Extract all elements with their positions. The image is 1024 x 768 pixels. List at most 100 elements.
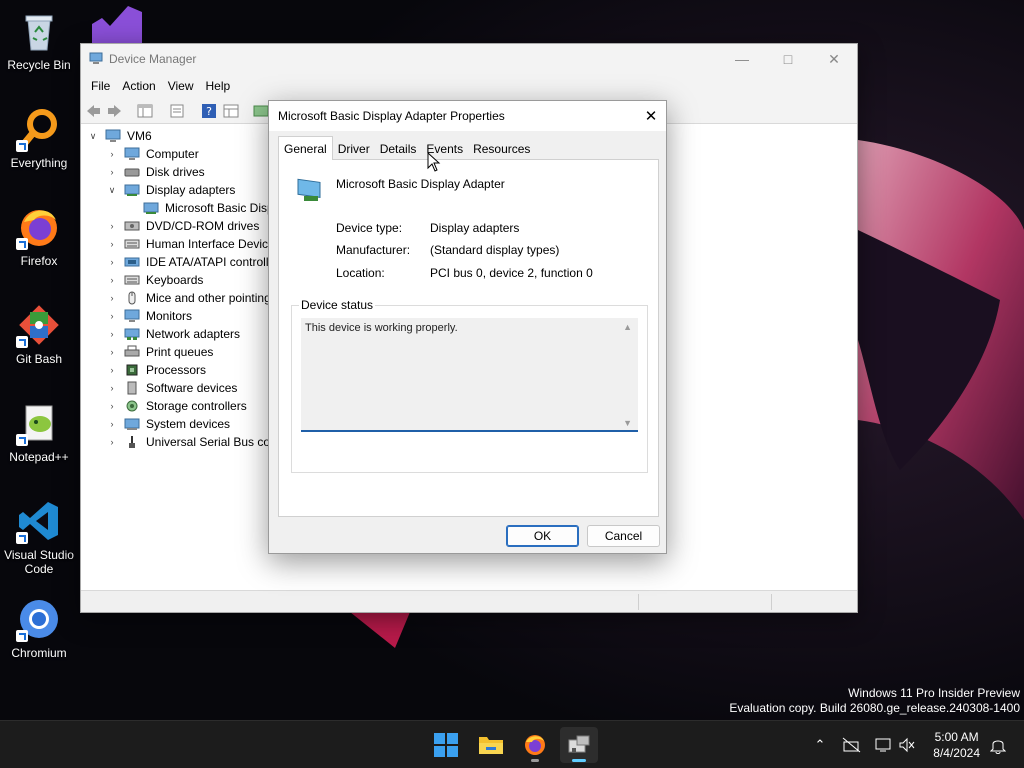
- maximize-button[interactable]: □: [765, 44, 811, 74]
- desktop-icon-firefox[interactable]: Firefox: [2, 204, 76, 268]
- software-device-icon: [127, 381, 137, 395]
- ok-button[interactable]: OK: [506, 525, 579, 547]
- minimize-button[interactable]: —: [719, 44, 765, 74]
- manufacturer-label: Manufacturer:: [336, 243, 411, 257]
- tree-item-mice[interactable]: › Mice and other pointing: [106, 289, 271, 307]
- tree-item-microsoft-basic-display[interactable]: Microsoft Basic Disp: [143, 199, 274, 217]
- git-bash-icon: [16, 302, 62, 348]
- desktop-icon-recycle-bin[interactable]: Recycle Bin: [2, 8, 76, 72]
- svg-text:?: ?: [206, 105, 212, 118]
- view-icon[interactable]: [223, 103, 239, 119]
- chevron-right-icon[interactable]: ›: [106, 365, 118, 375]
- chevron-right-icon[interactable]: ›: [106, 275, 118, 285]
- taskbar-clock[interactable]: 5:00 AM 8/4/2024: [933, 729, 980, 761]
- notepad-plus-plus-icon: [16, 400, 62, 446]
- tree-item-computer[interactable]: › Computer: [106, 145, 199, 163]
- tree-item-software-devices[interactable]: › Software devices: [106, 379, 238, 397]
- desktop-icon-everything[interactable]: Everything: [2, 106, 76, 170]
- tree-root[interactable]: ∨ VM6: [87, 127, 152, 145]
- tree-item-system-devices[interactable]: › System devices: [106, 415, 231, 433]
- chevron-right-icon[interactable]: ›: [106, 257, 118, 267]
- chevron-right-icon[interactable]: ›: [106, 437, 118, 447]
- menu-action[interactable]: Action: [116, 79, 161, 93]
- device-status-text: This device is working properly.: [305, 322, 458, 334]
- tree-item-storage-controllers[interactable]: › Storage controllers: [106, 397, 247, 415]
- chevron-right-icon[interactable]: ›: [106, 383, 118, 393]
- properties-dialog[interactable]: Microsoft Basic Display Adapter Properti…: [268, 100, 667, 554]
- desktop-icon-chromium[interactable]: Chromium: [2, 596, 76, 660]
- taskbar-device-manager[interactable]: [560, 727, 598, 763]
- chevron-right-icon[interactable]: ›: [106, 149, 118, 159]
- help-icon[interactable]: ?: [201, 103, 217, 119]
- start-button[interactable]: [427, 727, 465, 763]
- tree-item-network-adapters[interactable]: › Network adapters: [106, 325, 241, 343]
- status-separator: [771, 594, 772, 610]
- menu-help[interactable]: Help: [200, 79, 237, 93]
- monitor-icon: [124, 309, 140, 322]
- chevron-right-icon[interactable]: ›: [106, 401, 118, 411]
- chevron-right-icon[interactable]: ›: [106, 239, 118, 249]
- tree-item-label: Monitors: [146, 309, 193, 323]
- chevron-right-icon[interactable]: ›: [106, 293, 118, 303]
- tree-item-ide-ata[interactable]: › IDE ATA/ATAPI controlle: [106, 253, 276, 271]
- display-icon[interactable]: [874, 737, 892, 753]
- tree-item-label: DVD/CD-ROM drives: [146, 219, 260, 233]
- tree-item-keyboards[interactable]: › Keyboards: [106, 271, 204, 289]
- close-button[interactable]: ✕: [811, 44, 857, 74]
- chevron-right-icon[interactable]: ›: [106, 347, 118, 357]
- desktop-icon-git-bash[interactable]: Git Bash: [2, 302, 76, 366]
- chevron-right-icon[interactable]: ›: [106, 221, 118, 231]
- tab-driver[interactable]: Driver: [333, 138, 375, 160]
- folder-icon: [479, 737, 503, 754]
- menu-view[interactable]: View: [162, 79, 200, 93]
- chevron-down-icon[interactable]: ∨: [106, 185, 118, 196]
- properties-dialog-titlebar[interactable]: Microsoft Basic Display Adapter Properti…: [269, 101, 666, 131]
- scan-hardware-icon[interactable]: [253, 103, 269, 119]
- desktop-icon-vscode[interactable]: Visual Studio Code: [2, 498, 76, 576]
- taskbar-file-explorer[interactable]: [472, 727, 510, 763]
- tree-item-monitors[interactable]: › Monitors: [106, 307, 193, 325]
- evaluation-watermark-line2: Evaluation copy. Build 26080.ge_release.…: [729, 701, 1020, 715]
- chevron-right-icon[interactable]: ›: [106, 329, 118, 339]
- device-status-textbox[interactable]: This device is working properly. ▲ ▼: [301, 318, 638, 432]
- windows-logo-icon: [434, 733, 458, 757]
- tab-resources[interactable]: Resources: [468, 138, 535, 160]
- desktop-icon-label: Visual Studio Code: [4, 548, 74, 576]
- properties-icon[interactable]: [169, 103, 185, 119]
- menu-file[interactable]: File: [85, 79, 116, 93]
- chevron-down-icon[interactable]: ∨: [87, 131, 99, 142]
- taskbar-firefox[interactable]: [516, 727, 554, 763]
- network-disconnected-icon[interactable]: [842, 737, 862, 753]
- show-hide-console-tree-icon[interactable]: [137, 103, 153, 119]
- tree-item-usb-controllers[interactable]: › Universal Serial Bus cont: [106, 433, 281, 451]
- storage-controller-icon: [126, 400, 138, 412]
- tab-details[interactable]: Details: [375, 138, 422, 160]
- tab-general[interactable]: General: [278, 136, 333, 160]
- device-manager-icon: [568, 735, 590, 753]
- notification-bell-icon[interactable]: [990, 737, 1006, 754]
- chevron-right-icon[interactable]: ›: [106, 311, 118, 321]
- tree-item-hid[interactable]: › Human Interface Device: [106, 235, 275, 253]
- device-manager-titlebar[interactable]: Device Manager — □ ✕: [81, 44, 857, 74]
- back-arrow-icon[interactable]: [85, 103, 101, 119]
- volume-muted-icon[interactable]: [898, 737, 916, 753]
- visual-studio-icon[interactable]: [92, 6, 142, 44]
- tree-item-display-adapters[interactable]: ∨ Display adapters: [106, 181, 236, 199]
- desktop-icon-notepad-plus-plus[interactable]: Notepad++: [2, 400, 76, 464]
- mouse-cursor-icon: [427, 152, 441, 172]
- tree-item-disk-drives[interactable]: › Disk drives: [106, 163, 205, 181]
- forward-arrow-icon[interactable]: [107, 103, 123, 119]
- chevron-right-icon[interactable]: ›: [106, 419, 118, 429]
- chevron-right-icon[interactable]: ›: [106, 167, 118, 177]
- status-bar: [81, 590, 857, 612]
- scroll-up-arrow-icon[interactable]: ▲: [623, 322, 632, 332]
- tree-item-label: Network adapters: [146, 327, 241, 341]
- chevron-up-icon[interactable]: ⌃: [810, 737, 830, 753]
- tree-item-dvd-cd-rom[interactable]: › DVD/CD-ROM drives: [106, 217, 260, 235]
- tree-item-processors[interactable]: › Processors: [106, 361, 207, 379]
- scroll-down-arrow-icon[interactable]: ▼: [623, 418, 632, 428]
- cancel-button[interactable]: Cancel: [587, 525, 660, 547]
- display-adapter-icon: [297, 178, 321, 201]
- dialog-close-button[interactable]: ✕: [636, 101, 666, 131]
- tree-item-print-queues[interactable]: › Print queues: [106, 343, 214, 361]
